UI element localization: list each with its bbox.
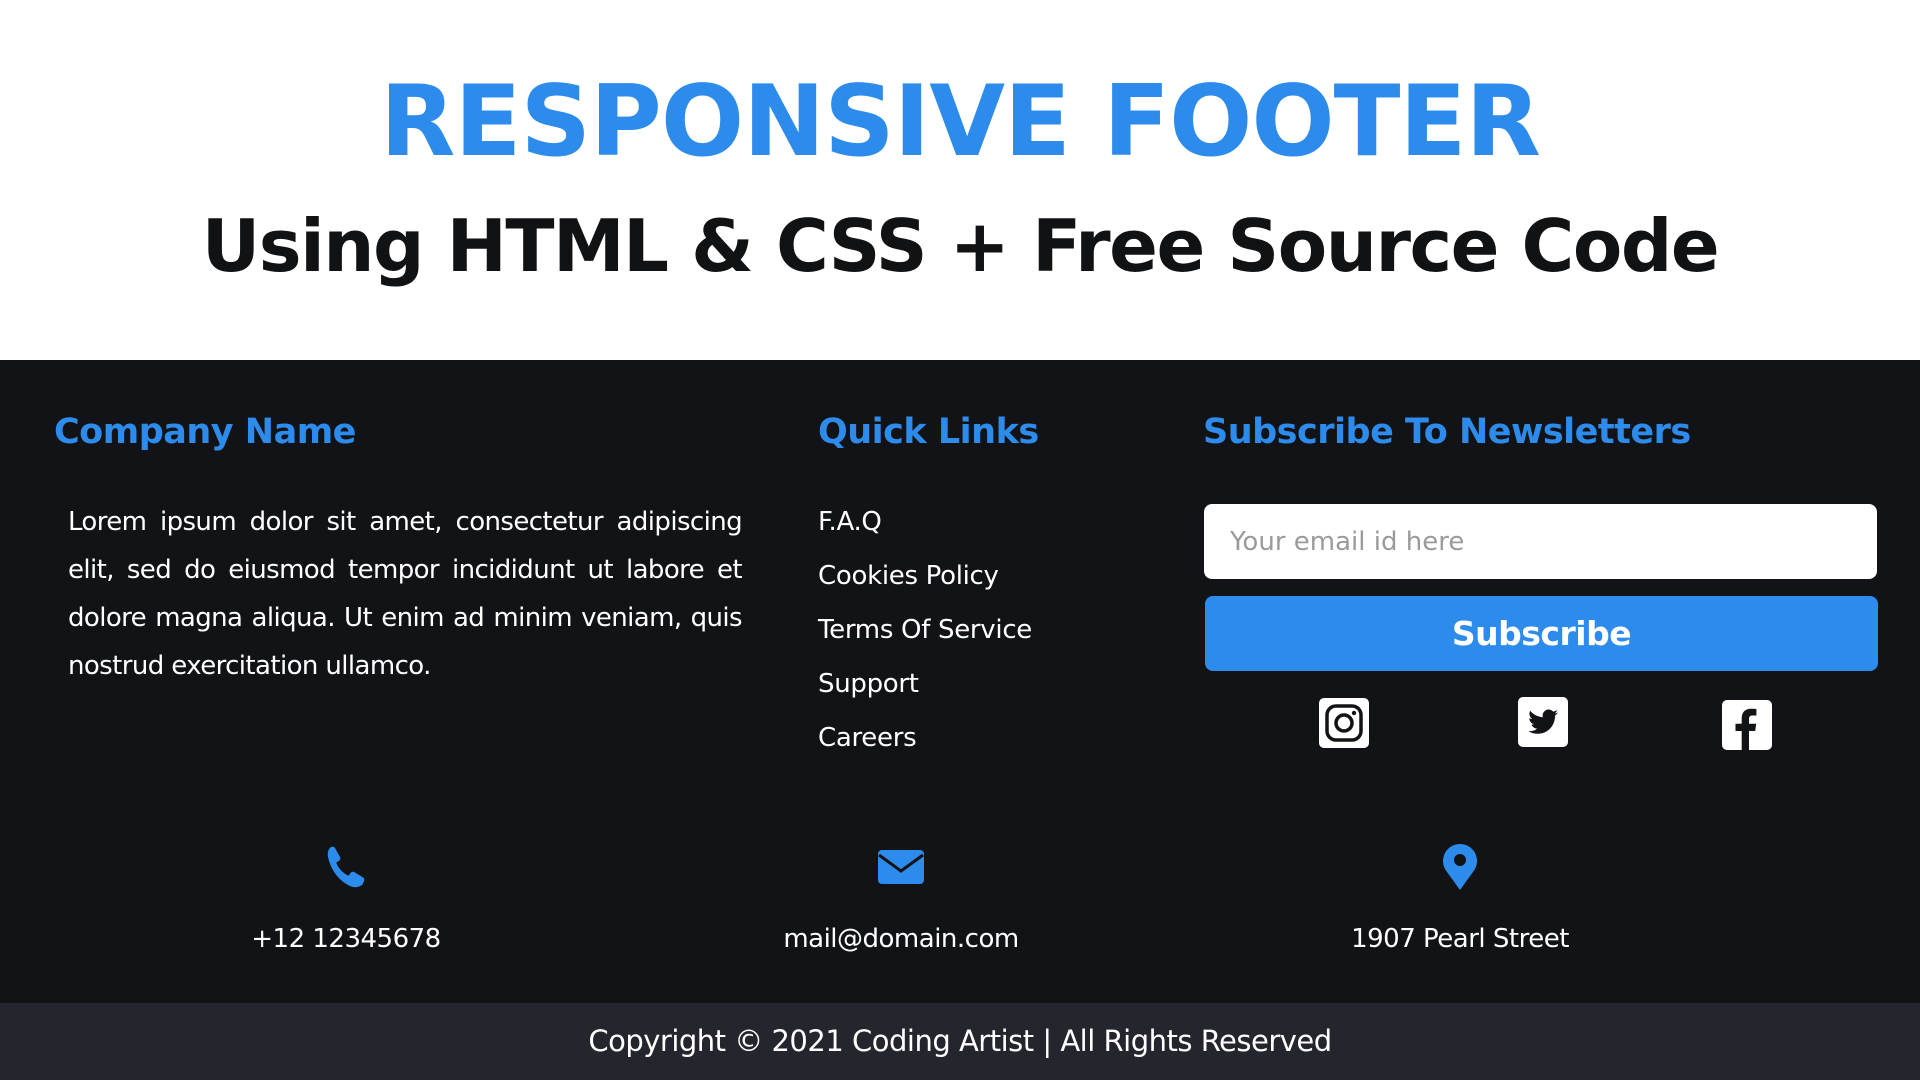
phone-icon: [327, 846, 365, 888]
quick-link-terms-of-service[interactable]: Terms Of Service: [818, 606, 1032, 660]
contact-address-text: 1907 Pearl Street: [1351, 924, 1569, 954]
copyright-bar: Copyright © 2021 Coding Artist | All Rig…: [0, 1003, 1920, 1080]
quick-link-cookies-policy[interactable]: Cookies Policy: [818, 552, 1032, 606]
contact-address: 1907 Pearl Street: [1260, 840, 1660, 956]
instagram-icon: [1319, 698, 1369, 748]
twitter-link[interactable]: [1518, 697, 1568, 747]
quick-link-careers[interactable]: Careers: [818, 714, 1032, 768]
subscribe-button[interactable]: Subscribe: [1205, 596, 1878, 671]
company-heading: Company Name: [54, 412, 356, 452]
contact-phone: +12 12345678: [146, 840, 546, 956]
copyright-text: Copyright © 2021 Coding Artist | All Rig…: [588, 1024, 1332, 1058]
instagram-link[interactable]: [1319, 698, 1369, 748]
quick-links-heading: Quick Links: [818, 412, 1039, 452]
facebook-icon: [1722, 700, 1772, 750]
contact-phone-text: +12 12345678: [251, 924, 441, 954]
map-pin-icon: [1443, 844, 1477, 890]
quick-links-list: F.A.Q Cookies Policy Terms Of Service Su…: [818, 498, 1032, 768]
quick-link-faq[interactable]: F.A.Q: [818, 498, 1032, 552]
newsletter-heading: Subscribe To Newsletters: [1203, 412, 1691, 452]
hero-banner: RESPONSIVE FOOTER Using HTML & CSS + Fre…: [0, 0, 1920, 360]
site-footer: Company Name Lorem ipsum dolor sit amet,…: [0, 360, 1920, 1003]
contact-email: mail@domain.com: [701, 840, 1101, 956]
email-input[interactable]: [1204, 504, 1877, 579]
hero-title: RESPONSIVE FOOTER: [380, 65, 1541, 179]
hero-subtitle: Using HTML & CSS + Free Source Code: [201, 204, 1720, 288]
twitter-icon: [1518, 697, 1568, 747]
envelope-icon: [878, 850, 924, 884]
company-description: Lorem ipsum dolor sit amet, consectetur …: [68, 507, 743, 681]
contact-email-text[interactable]: mail@domain.com: [701, 922, 1101, 956]
facebook-link[interactable]: [1722, 700, 1772, 750]
quick-link-support[interactable]: Support: [818, 660, 1032, 714]
